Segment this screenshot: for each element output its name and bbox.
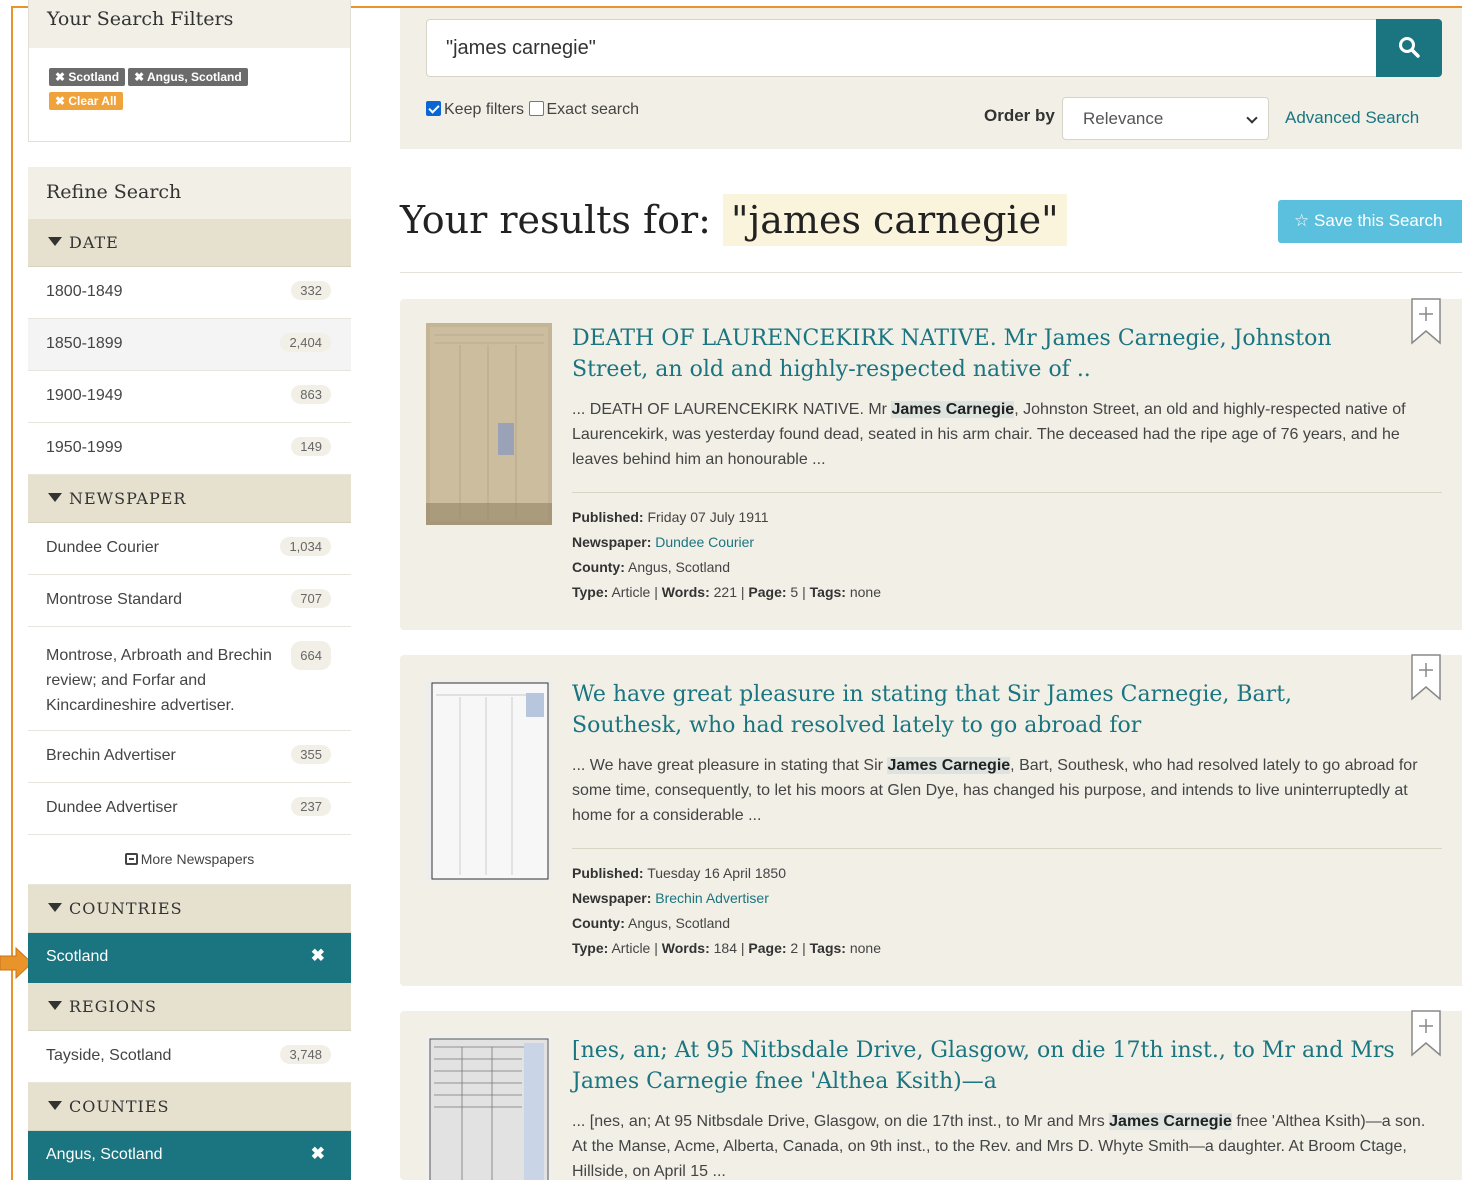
remove-icon[interactable]: ✖ bbox=[311, 946, 325, 966]
facet-heading-newspaper[interactable]: NEWSPAPER bbox=[28, 475, 351, 523]
result-title-link[interactable]: DEATH OF LAURENCEKIRK NATIVE. Mr James C… bbox=[572, 323, 1402, 385]
facet-count: 149 bbox=[291, 437, 331, 456]
newspaper-thumbnail[interactable] bbox=[426, 1035, 552, 1180]
refine-search-panel: Refine Search DATE 1800-1849 332 1850-189… bbox=[28, 167, 351, 1180]
search-highlight: James Carnegie bbox=[887, 757, 1011, 774]
order-by-select[interactable]: Relevance bbox=[1062, 97, 1269, 140]
divider bbox=[400, 272, 1462, 273]
facet-item-newspaper[interactable]: Dundee Advertiser 237 bbox=[28, 783, 351, 835]
facet-item-region[interactable]: Tayside, Scotland 3,748 bbox=[28, 1031, 351, 1083]
facet-count: 332 bbox=[291, 281, 331, 300]
expand-box-icon bbox=[124, 853, 138, 865]
county-value: Angus, Scotland bbox=[628, 915, 730, 931]
result-title-link[interactable]: We have great pleasure in stating that S… bbox=[572, 679, 1402, 741]
result-title-link[interactable]: [nes, an; At 95 Nitbsdale Drive, Glasgow… bbox=[572, 1035, 1402, 1097]
facet-count: 707 bbox=[291, 589, 331, 608]
facet-item-newspaper[interactable]: Brechin Advertiser 355 bbox=[28, 731, 351, 783]
results-heading: Your results for: "james carnegie" bbox=[400, 194, 1067, 246]
exact-search-checkbox[interactable]: Exact search bbox=[528, 101, 639, 118]
caret-down-icon bbox=[48, 903, 62, 912]
facet-heading-counties[interactable]: COUNTIES bbox=[28, 1083, 351, 1131]
facet-item-date[interactable]: 1900-1949 863 bbox=[28, 371, 351, 423]
bookmark-add-icon[interactable] bbox=[1410, 297, 1442, 345]
newspaper-link[interactable]: Dundee Courier bbox=[655, 534, 754, 550]
chevron-down-icon bbox=[1246, 112, 1258, 124]
result-meta: Published: Friday 07 July 1911 Newspaper… bbox=[572, 509, 881, 600]
result-card: DEATH OF LAURENCEKIRK NATIVE. Mr James C… bbox=[400, 297, 1462, 630]
newspaper-thumbnail[interactable] bbox=[426, 323, 552, 525]
filter-chip-angus[interactable]: ✖ Angus, Scotland bbox=[128, 68, 248, 86]
divider bbox=[572, 848, 1442, 849]
search-options: Keep filters Exact search bbox=[426, 101, 639, 119]
search-panel: "james carnegie" Keep filters Exact sear… bbox=[400, 8, 1462, 149]
caret-down-icon bbox=[48, 493, 62, 502]
published-date: Tuesday 16 April 1850 bbox=[647, 865, 786, 881]
facet-item-newspaper[interactable]: Dundee Courier 1,034 bbox=[28, 523, 351, 575]
caret-down-icon bbox=[48, 1001, 62, 1010]
more-newspapers-link[interactable]: More Newspapers bbox=[28, 835, 351, 885]
search-icon bbox=[1399, 37, 1420, 58]
facet-heading-regions[interactable]: REGIONS bbox=[28, 983, 351, 1031]
facet-item-date[interactable]: 1850-1899 2,404 bbox=[28, 319, 351, 371]
search-highlight: James Carnegie bbox=[1109, 1113, 1232, 1130]
order-by-label: Order by bbox=[984, 106, 1055, 125]
bookmark-add-icon[interactable] bbox=[1410, 1009, 1442, 1057]
facet-count: 3,748 bbox=[280, 1045, 331, 1064]
star-icon: ☆ bbox=[1294, 211, 1310, 230]
caret-down-icon bbox=[48, 1101, 62, 1110]
advanced-search-link[interactable]: Advanced Search bbox=[1285, 108, 1419, 128]
facet-item-newspaper[interactable]: Montrose Standard 707 bbox=[28, 575, 351, 627]
facet-active-country[interactable]: Scotland ✖ bbox=[28, 933, 351, 983]
facet-count: 664 bbox=[291, 641, 331, 670]
keep-filters-checkbox[interactable]: Keep filters bbox=[426, 101, 524, 118]
result-snippet: ... DEATH OF LAURENCEKIRK NATIVE. Mr Jam… bbox=[572, 401, 1406, 468]
divider bbox=[572, 492, 1442, 493]
clear-all-button[interactable]: ✖ Clear All bbox=[49, 92, 123, 110]
newspaper-link[interactable]: Brechin Advertiser bbox=[655, 890, 769, 906]
filters-title: Your Search Filters bbox=[29, 0, 350, 48]
bookmark-add-icon[interactable] bbox=[1410, 653, 1442, 701]
facet-count: 2,404 bbox=[280, 333, 331, 352]
result-snippet: ... We have great pleasure in stating th… bbox=[572, 757, 1418, 824]
results-query: "james carnegie" bbox=[723, 194, 1067, 246]
facet-active-county[interactable]: Angus, Scotland ✖ bbox=[28, 1131, 351, 1180]
caret-down-icon bbox=[48, 237, 62, 246]
facet-item-date[interactable]: 1950-1999 149 bbox=[28, 423, 351, 475]
facet-heading-countries[interactable]: COUNTRIES bbox=[28, 885, 351, 933]
result-card: [nes, an; At 95 Nitbsdale Drive, Glasgow… bbox=[400, 1009, 1462, 1180]
facet-count: 1,034 bbox=[280, 537, 331, 556]
frame-left-line bbox=[11, 6, 13, 1180]
facet-count: 863 bbox=[291, 385, 331, 404]
search-button[interactable] bbox=[1376, 19, 1442, 77]
filter-chip-scotland[interactable]: ✖ Scotland bbox=[49, 68, 126, 86]
remove-icon[interactable]: ✖ bbox=[311, 1144, 325, 1164]
refine-title: Refine Search bbox=[28, 167, 351, 219]
published-date: Friday 07 July 1911 bbox=[647, 509, 769, 525]
facet-count: 355 bbox=[291, 745, 331, 764]
facet-count: 237 bbox=[291, 797, 331, 816]
result-snippet: ... [nes, an; At 95 Nitbsdale Drive, Gla… bbox=[572, 1113, 1426, 1180]
result-meta: Published: Tuesday 16 April 1850 Newspap… bbox=[572, 865, 881, 956]
result-card: We have great pleasure in stating that S… bbox=[400, 653, 1462, 986]
search-filters-panel: Your Search Filters ✖ Scotland ✖ Angus, S… bbox=[28, 0, 351, 142]
county-value: Angus, Scotland bbox=[628, 559, 730, 575]
facet-heading-date[interactable]: DATE bbox=[28, 219, 351, 267]
search-highlight: James Carnegie bbox=[891, 401, 1015, 418]
save-search-button[interactable]: ☆ Save this Search bbox=[1278, 200, 1462, 243]
checkbox-empty-icon bbox=[528, 101, 544, 116]
facet-item-newspaper[interactable]: Montrose, Arbroath and Brechin review; a… bbox=[28, 627, 351, 731]
search-input[interactable]: "james carnegie" bbox=[426, 19, 1378, 77]
facet-item-date[interactable]: 1800-1849 332 bbox=[28, 267, 351, 319]
checkbox-checked-icon bbox=[426, 101, 441, 116]
newspaper-thumbnail[interactable] bbox=[426, 679, 552, 881]
